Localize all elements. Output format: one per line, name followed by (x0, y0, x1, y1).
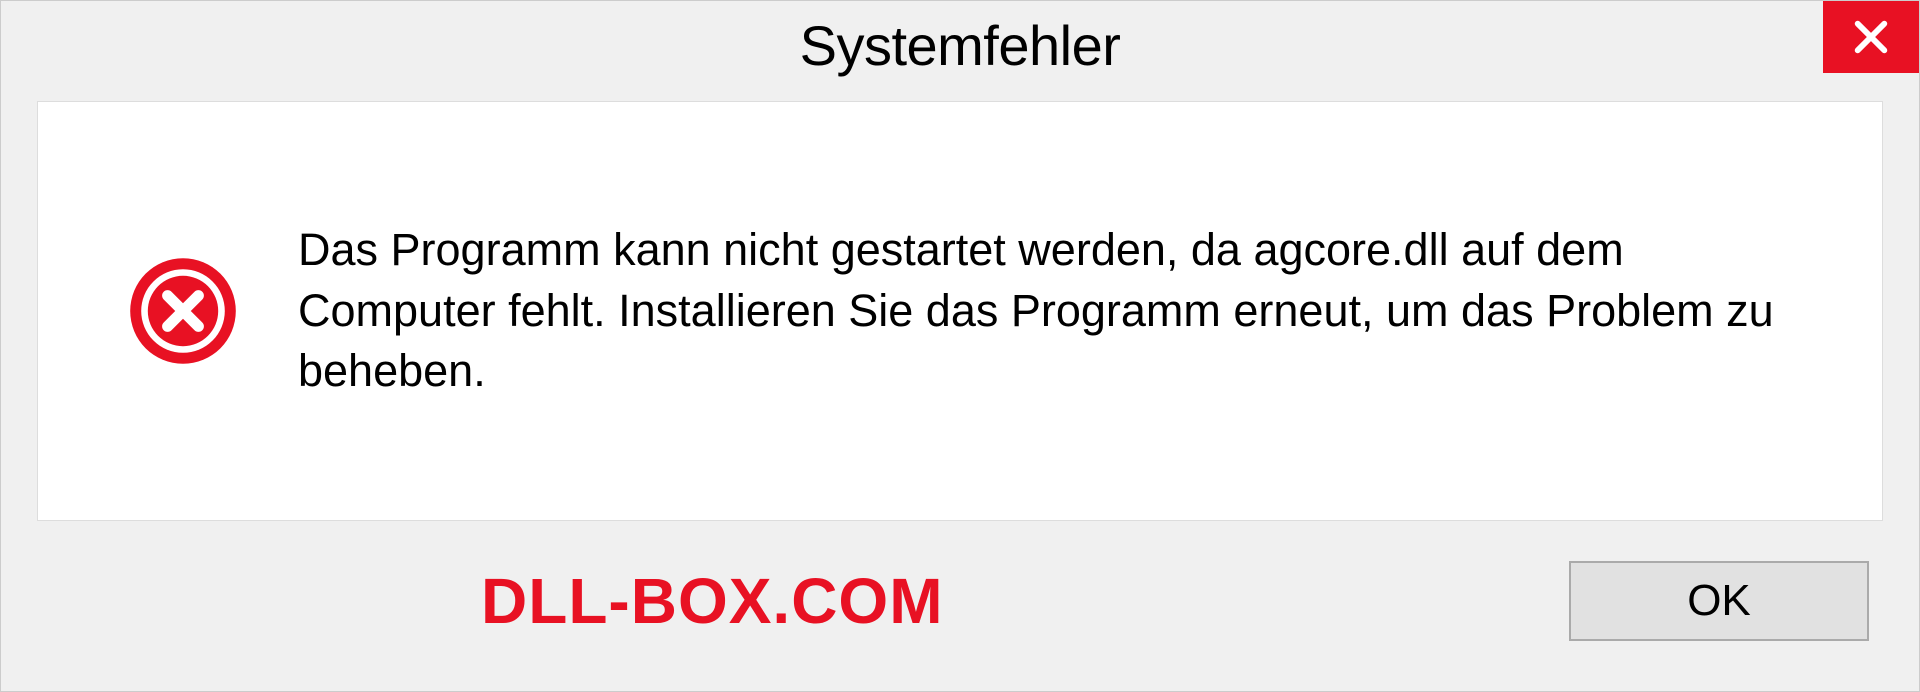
close-icon (1851, 17, 1891, 57)
error-message: Das Programm kann nicht gestartet werden… (298, 220, 1822, 402)
dialog-title: Systemfehler (800, 13, 1121, 78)
content-panel: Das Programm kann nicht gestartet werden… (37, 101, 1883, 521)
dialog-footer: DLL-BOX.COM OK (1, 541, 1919, 691)
ok-button[interactable]: OK (1569, 561, 1869, 641)
error-dialog: Systemfehler Das Programm kann nicht ges… (0, 0, 1920, 692)
close-button[interactable] (1823, 1, 1919, 73)
titlebar: Systemfehler (1, 1, 1919, 91)
watermark-text: DLL-BOX.COM (481, 564, 944, 638)
error-icon (128, 256, 238, 366)
